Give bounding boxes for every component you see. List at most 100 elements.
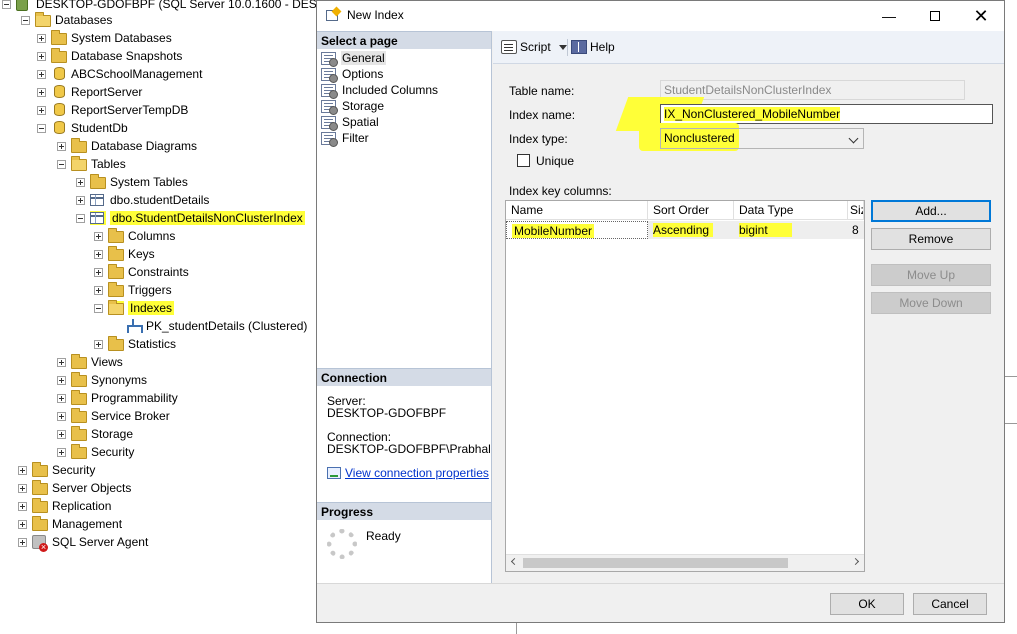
tree-node-databases[interactable]: Databases <box>21 11 112 29</box>
expand-icon[interactable] <box>94 267 103 277</box>
cancel-button[interactable]: Cancel <box>913 593 987 615</box>
tree-node-indexes[interactable]: Indexes <box>94 299 175 317</box>
collapse-icon[interactable] <box>2 0 11 9</box>
page-filter[interactable]: Filter <box>321 130 370 147</box>
view-connection-properties-link[interactable]: View connection properties <box>345 466 489 480</box>
tree-node-system-tables[interactable]: System Tables <box>76 173 188 191</box>
expand-icon[interactable] <box>37 51 46 61</box>
table-cell-size[interactable]: 8 <box>848 221 864 239</box>
expand-icon[interactable] <box>18 483 27 493</box>
tree-node-columns[interactable]: Columns <box>94 227 175 245</box>
index-type-select[interactable]: Nonclustered <box>660 128 864 149</box>
index-name-input[interactable]: IX_NonClustered_MobileNumber <box>660 104 993 124</box>
move-down-button[interactable]: Move Down <box>871 292 991 314</box>
background-divider <box>1005 423 1017 424</box>
tree-node-db-security[interactable]: Security <box>57 443 134 461</box>
expand-icon[interactable] <box>18 537 27 547</box>
tree-node-report-server-temp[interactable]: ReportServerTempDB <box>37 101 188 119</box>
column-header-data-type[interactable]: Data Type <box>734 201 848 220</box>
column-header-name[interactable]: Name <box>506 201 648 220</box>
tree-node-sql-server-agent[interactable]: SQL Server Agent <box>18 533 148 552</box>
page-general[interactable]: General <box>321 50 386 67</box>
maximize-button[interactable] <box>912 1 958 31</box>
column-header-size[interactable]: Siz <box>848 201 864 220</box>
tree-node-tables[interactable]: Tables <box>57 155 126 173</box>
expand-icon[interactable] <box>57 429 66 439</box>
expand-icon[interactable] <box>94 339 103 349</box>
folder-icon <box>32 498 48 513</box>
expand-icon[interactable] <box>57 141 66 151</box>
expand-icon[interactable] <box>57 357 66 367</box>
table-cell-data-type[interactable]: bigint <box>734 221 848 239</box>
expand-icon[interactable] <box>94 285 103 295</box>
scroll-left-icon[interactable] <box>510 557 519 566</box>
tree-node-dbo-nonclusterindex[interactable]: dbo.StudentDetailsNonClusterIndex <box>76 209 305 227</box>
index-type-label: Index type: <box>509 132 568 146</box>
expand-icon[interactable] <box>57 411 66 421</box>
tree-node-programmability[interactable]: Programmability <box>57 389 178 407</box>
tree-node-report-server[interactable]: ReportServer <box>37 83 142 101</box>
column-header-sort-order[interactable]: Sort Order <box>648 201 734 220</box>
tree-node-security[interactable]: Security <box>18 461 95 479</box>
tree-node-constraints[interactable]: Constraints <box>94 263 189 281</box>
expand-icon[interactable] <box>37 105 46 115</box>
expand-icon[interactable] <box>57 375 66 385</box>
expand-icon[interactable] <box>37 69 46 79</box>
tree-node-database-snapshots[interactable]: Database Snapshots <box>37 47 182 65</box>
tree-node-abc-school[interactable]: ABCSchoolManagement <box>37 65 202 83</box>
tree-node-dbo-student-details[interactable]: dbo.studentDetails <box>76 191 209 209</box>
expand-icon[interactable] <box>37 87 46 97</box>
tree-node-replication[interactable]: Replication <box>18 497 111 515</box>
scrollbar-thumb[interactable] <box>523 558 788 568</box>
expand-icon[interactable] <box>18 465 27 475</box>
expand-icon[interactable] <box>18 519 27 529</box>
tree-node-keys[interactable]: Keys <box>94 245 155 263</box>
close-button[interactable]: ✕ <box>958 1 1004 31</box>
view-connection-properties[interactable]: View connection properties <box>327 466 489 480</box>
collapse-icon[interactable] <box>37 123 46 133</box>
expand-icon[interactable] <box>76 177 85 187</box>
expand-icon[interactable] <box>76 195 85 205</box>
tree-node-views[interactable]: Views <box>57 353 123 371</box>
tree-node-student-db[interactable]: StudentDb <box>37 119 128 137</box>
tree-node-service-broker[interactable]: Service Broker <box>57 407 170 425</box>
collapse-icon[interactable] <box>21 15 30 25</box>
tree-node-synonyms[interactable]: Synonyms <box>57 371 147 389</box>
tree-node-pk-student-details[interactable]: PK_studentDetails (Clustered) <box>112 317 307 335</box>
table-cell-name[interactable]: MobileNumber <box>506 221 648 239</box>
index-key-columns-grid[interactable]: Name Sort Order Data Type Siz MobileNumb… <box>505 200 865 572</box>
tree-node-statistics[interactable]: Statistics <box>94 335 176 353</box>
add-button[interactable]: Add... <box>871 200 991 222</box>
script-button[interactable]: Script <box>501 40 567 54</box>
expand-icon[interactable] <box>57 393 66 403</box>
collapse-icon[interactable] <box>76 213 85 223</box>
tree-node-storage[interactable]: Storage <box>57 425 133 443</box>
collapse-icon[interactable] <box>57 159 66 169</box>
dialog-titlebar[interactable]: New Index — ✕ <box>317 1 1004 31</box>
tree-node-system-databases[interactable]: System Databases <box>37 29 172 47</box>
page-options[interactable]: Options <box>321 66 384 83</box>
remove-button[interactable]: Remove <box>871 228 991 250</box>
collapse-icon[interactable] <box>94 303 103 313</box>
table-cell-sort-order[interactable]: Ascending <box>648 221 734 239</box>
scroll-right-icon[interactable] <box>851 557 860 566</box>
ok-button[interactable]: OK <box>830 593 904 615</box>
expand-icon[interactable] <box>57 447 66 457</box>
tree-node-server-objects[interactable]: Server Objects <box>18 479 131 497</box>
expand-icon[interactable] <box>94 249 103 259</box>
help-button[interactable]: Help <box>571 40 615 54</box>
move-up-button[interactable]: Move Up <box>871 264 991 286</box>
expand-icon[interactable] <box>94 231 103 241</box>
tree-node-management[interactable]: Management <box>18 515 122 533</box>
page-included-columns[interactable]: Included Columns <box>321 82 439 99</box>
page-spatial[interactable]: Spatial <box>321 114 380 131</box>
horizontal-scrollbar[interactable] <box>506 554 864 571</box>
tree-node-database-diagrams[interactable]: Database Diagrams <box>57 137 197 155</box>
expand-icon[interactable] <box>18 501 27 511</box>
expand-icon[interactable] <box>37 33 46 43</box>
minimize-button[interactable]: — <box>866 1 912 31</box>
unique-checkbox[interactable] <box>517 154 530 167</box>
chevron-down-icon[interactable] <box>558 44 567 50</box>
page-storage[interactable]: Storage <box>321 98 385 115</box>
tree-node-triggers[interactable]: Triggers <box>94 281 172 299</box>
